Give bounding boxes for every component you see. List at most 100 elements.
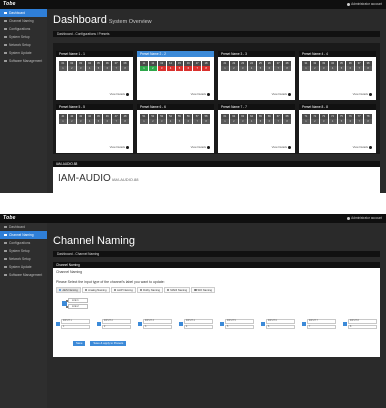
sidebar-item-dashboard[interactable]: Dashboard [0,223,47,231]
channel-naming-card: Channel Naming Channel Naming Please Sel… [53,262,380,357]
channel-name-input[interactable]: INPUT 7 [307,319,336,324]
app-logo: Tobe [3,215,16,221]
radio-sdi-naming[interactable]: SDI Naming [191,287,216,293]
channel-toggle-button[interactable] [179,322,183,326]
preset-title: Preset Name 5 - 5 [56,104,133,110]
page-title: Dashboard System Overview [53,14,152,26]
arrow-icon [369,92,372,96]
top-bar: Tobe Administrator account [0,214,386,223]
arrow-icon [369,145,372,149]
view-details-link[interactable]: View Details [353,92,372,96]
preset-title: Preset Name 7 - 7 [218,104,295,110]
channel-number-input[interactable]: 8 [348,324,377,329]
radio-madi-naming[interactable]: MADI Naming [164,287,191,293]
channel-toggle-button[interactable] [343,322,347,326]
sidebar-item-dashboard[interactable]: Dashboard [0,9,47,17]
sidebar-item-channel-naming[interactable]: Channel Naming [0,231,47,239]
dashboard-icon [4,11,7,15]
user-menu[interactable]: Administrator account [347,216,382,220]
link-option[interactable]: Link 1 [66,298,88,303]
view-details-link[interactable]: View Details [110,145,129,149]
sidebar: Dashboard Channel Naming Configurations … [0,9,47,193]
sidebar-item-channel-naming[interactable]: Channel Naming [0,17,47,25]
user-menu[interactable]: Administrator account [347,2,382,6]
sidebar: Dashboard Channel Naming Configurations … [0,223,47,408]
box-icon [4,59,7,63]
box-icon [4,273,7,277]
channel-number-input[interactable]: 5 [225,324,254,329]
view-details-link[interactable]: View Details [272,145,291,149]
card-heading: Channel Naming [56,270,83,274]
radio-aes-naming[interactable]: AES Naming [56,287,81,293]
sidebar-item-system-setup[interactable]: System Setup [0,33,47,41]
arrow-icon [126,145,129,149]
channel-number-input[interactable]: 3 [143,324,172,329]
arrow-icon [207,92,210,96]
top-bar: Tobe Administrator account [0,0,386,9]
arrow-icon [207,145,210,149]
card-header: Channel Naming [53,262,380,268]
channel-name-input[interactable]: INPUT 1 [61,319,90,324]
channel-toggle-button[interactable] [97,322,101,326]
channel-fields: INPUT 11 INPUT 22 INPUT 33 INPUT 44 INPU… [56,319,377,330]
preset-panel: Preset Name 7 - 7 61 62 63 64 65 66 67 68 12345… [218,104,295,153]
view-details-link[interactable]: View Details [353,145,372,149]
channel-toggle-button[interactable] [56,322,60,326]
link-selector: Link 1 Link 2 [62,298,96,311]
breadcrumb: Dashboard - Configurations / Presets [53,31,380,37]
view-details-link[interactable]: View Details [272,92,291,96]
sidebar-item-system-update[interactable]: System Update [0,263,47,271]
radio-dolby-naming[interactable]: Dolby Naming [136,287,164,293]
channel-toggle-button[interactable] [302,322,306,326]
preset-panel-selected: Preset Name 2 - 2 11 12 13 14 15 16 17 18 12345… [137,51,214,100]
user-icon [347,2,351,6]
channel-name-input[interactable]: INPUT 8 [348,319,377,324]
radio-analog-naming[interactable]: Analog Naming [81,287,110,293]
channel-name-input[interactable]: INPUT 4 [184,319,213,324]
channel-toggle-button[interactable] [220,322,224,326]
channel-group: INPUT 22 [97,319,131,330]
save-button[interactable]: Save [73,341,86,346]
sidebar-item-network-setup[interactable]: Network Setup [0,41,47,49]
channel-number-input[interactable]: 4 [184,324,213,329]
page-title: Channel Naming [53,235,135,247]
tag-icon [4,233,7,237]
device-name: IAM-AUDIOIAM-AUDIO.88 [58,173,139,184]
channel-name-input[interactable]: INPUT 6 [266,319,295,324]
preset-panel: Preset Name 1 - 1 01 02 03 04 05 06 07 08 12345… [56,51,133,100]
sliders-icon [4,241,7,245]
link-option[interactable]: Link 2 [66,304,88,309]
channel-group: INPUT 44 [179,319,213,330]
sidebar-item-system-update[interactable]: System Update [0,49,47,57]
sidebar-item-software-management[interactable]: Software Management [0,57,47,65]
channel-number-input[interactable]: 7 [307,324,336,329]
network-icon [4,43,7,47]
sidebar-item-configurations[interactable]: Configurations [0,25,47,33]
channel-name-input[interactable]: INPUT 3 [143,319,172,324]
channel-name-input[interactable]: INPUT 5 [225,319,254,324]
channel-name-input[interactable]: INPUT 2 [102,319,131,324]
checkbox-icon [66,300,68,302]
channel-group: INPUT 66 [261,319,295,330]
channel-group: INPUT 55 [220,319,254,330]
refresh-icon [4,51,7,55]
channel-group: INPUT 88 [343,319,377,330]
preset-title: Preset Name 6 - 6 [137,104,214,110]
view-details-link[interactable]: View Details [191,92,210,96]
breadcrumb: Dashboard - Channel Naming [53,251,380,257]
channel-number-input[interactable]: 1 [61,324,90,329]
sidebar-item-software-management[interactable]: Software Management [0,271,47,279]
radio-aoip-naming[interactable]: AoIP Naming [110,287,136,293]
sidebar-item-system-setup[interactable]: System Setup [0,247,47,255]
sidebar-item-network-setup[interactable]: Network Setup [0,255,47,263]
channel-group: INPUT 33 [138,319,172,330]
channel-number-input[interactable]: 6 [266,324,295,329]
view-details-link[interactable]: View Details [191,145,210,149]
channel-number-input[interactable]: 2 [102,324,131,329]
channel-toggle-button[interactable] [138,322,142,326]
preset-panels: Preset Name 1 - 1 01 02 03 04 05 06 07 08 12345… [53,43,380,154]
sidebar-item-configurations[interactable]: Configurations [0,239,47,247]
save-apply-presets-button[interactable]: Save & apply to Presets [90,341,127,346]
view-details-link[interactable]: View Details [110,92,129,96]
channel-toggle-button[interactable] [261,322,265,326]
